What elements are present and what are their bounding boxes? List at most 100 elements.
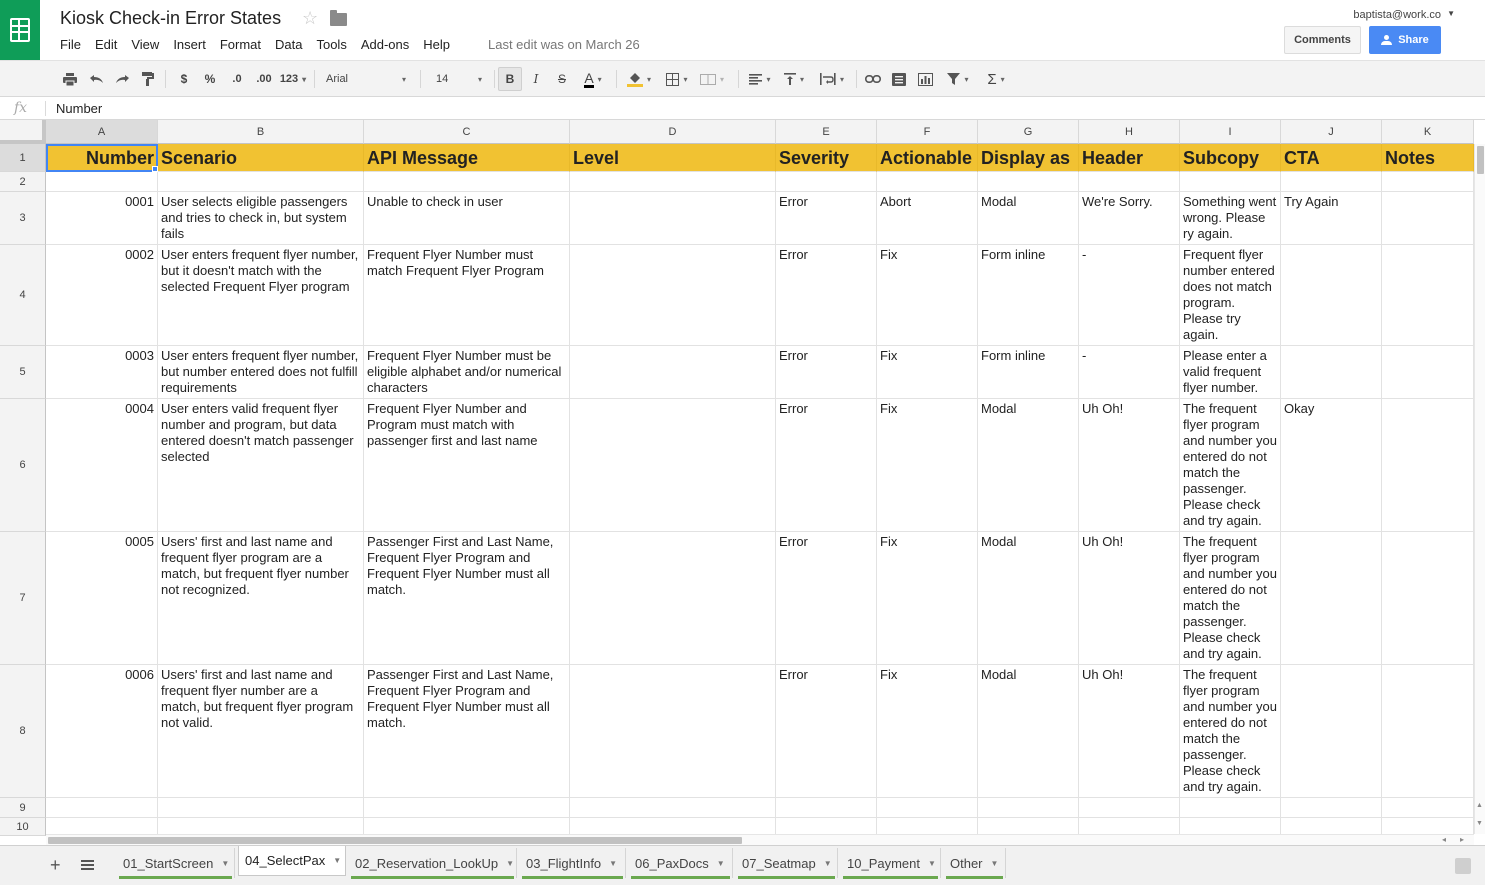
cell-number[interactable]: 0001: [46, 192, 158, 245]
cell-notes[interactable]: [1382, 532, 1474, 665]
cell-display-as[interactable]: [978, 172, 1079, 192]
cell-api-message[interactable]: Passenger First and Last Name, Frequent …: [364, 665, 570, 798]
cell-actionable[interactable]: Fix: [877, 245, 978, 346]
menu-insert[interactable]: Insert: [173, 37, 206, 52]
column-header-b[interactable]: B: [158, 120, 364, 144]
row-header-1[interactable]: 1: [0, 144, 46, 172]
chevron-down-icon[interactable]: ▼: [991, 859, 999, 868]
cell-number[interactable]: 0006: [46, 665, 158, 798]
sheet-tab[interactable]: 06_PaxDocs ▼: [629, 848, 733, 879]
cell-display-as[interactable]: Modal: [978, 665, 1079, 798]
account-dropdown-icon[interactable]: ▼: [1447, 9, 1455, 18]
cell-number[interactable]: 0005: [46, 532, 158, 665]
scroll-right-icon[interactable]: ▸: [1460, 835, 1464, 844]
cell-scenario[interactable]: User enters frequent flyer number, but n…: [158, 346, 364, 399]
row-header-8[interactable]: 8: [0, 665, 46, 798]
cell-header[interactable]: Header: [1079, 144, 1180, 172]
star-icon[interactable]: ☆: [302, 8, 318, 29]
scroll-up-icon[interactable]: ▲: [1476, 802, 1483, 809]
vertical-align-button[interactable]: [776, 67, 812, 91]
fill-handle[interactable]: [152, 166, 158, 172]
row-header-10[interactable]: 10: [0, 818, 46, 836]
undo-icon[interactable]: [86, 67, 106, 91]
sheet-tab[interactable]: Other ▼: [944, 848, 1006, 879]
row-header-4[interactable]: 4: [0, 245, 46, 346]
cell-display-as[interactable]: Modal: [978, 532, 1079, 665]
filter-button[interactable]: [940, 67, 976, 91]
chevron-down-icon[interactable]: ▼: [333, 856, 341, 865]
percent-format-button[interactable]: %: [200, 67, 220, 91]
insert-chart-icon[interactable]: [914, 67, 936, 91]
cell-cta[interactable]: Okay: [1281, 399, 1382, 532]
menu-file[interactable]: File: [60, 37, 81, 52]
cell-scenario[interactable]: Scenario: [158, 144, 364, 172]
merge-cells-button[interactable]: [694, 67, 730, 91]
row-header-5[interactable]: 5: [0, 346, 46, 399]
cell-api-message[interactable]: [364, 798, 570, 818]
cell-header[interactable]: Uh Oh!: [1079, 399, 1180, 532]
column-header-j[interactable]: J: [1281, 120, 1382, 144]
cell-actionable[interactable]: Fix: [877, 532, 978, 665]
cell-notes[interactable]: [1382, 665, 1474, 798]
cell-actionable[interactable]: Abort: [877, 192, 978, 245]
cell-actionable[interactable]: [877, 798, 978, 818]
cell-subcopy[interactable]: Something went wrong. Please ry again.: [1180, 192, 1281, 245]
cell-header[interactable]: Uh Oh!: [1079, 665, 1180, 798]
cell-display-as[interactable]: [978, 798, 1079, 818]
cell-header[interactable]: -: [1079, 245, 1180, 346]
cell-display-as[interactable]: Modal: [978, 192, 1079, 245]
cell-header[interactable]: [1079, 172, 1180, 192]
decrease-decimal-button[interactable]: .0: [226, 67, 248, 91]
cell-scenario[interactable]: Users' first and last name and frequent …: [158, 665, 364, 798]
cell-display-as[interactable]: Form inline: [978, 245, 1079, 346]
cell-scenario[interactable]: User selects eligible passengers and tri…: [158, 192, 364, 245]
bold-button[interactable]: B: [498, 67, 522, 91]
chevron-down-icon[interactable]: ▼: [221, 859, 229, 868]
column-header-f[interactable]: F: [877, 120, 978, 144]
cell-api-message[interactable]: Unable to check in user: [364, 192, 570, 245]
chevron-down-icon[interactable]: ▼: [824, 859, 832, 868]
share-button[interactable]: Share: [1369, 26, 1441, 54]
menu-view[interactable]: View: [131, 37, 159, 52]
text-color-button[interactable]: A: [576, 67, 610, 91]
italic-button[interactable]: I: [526, 67, 546, 91]
insert-comment-icon[interactable]: [888, 67, 910, 91]
sheet-tab[interactable]: 10_Payment ▼: [841, 848, 941, 879]
cell-actionable[interactable]: Actionable: [877, 144, 978, 172]
chevron-down-icon[interactable]: ▼: [928, 859, 936, 868]
menu-data[interactable]: Data: [275, 37, 302, 52]
row-header-3[interactable]: 3: [0, 192, 46, 245]
cell-cta[interactable]: CTA: [1281, 144, 1382, 172]
explore-icon[interactable]: [1455, 858, 1471, 874]
cell-cta[interactable]: [1281, 172, 1382, 192]
cell-notes[interactable]: [1382, 798, 1474, 818]
print-icon[interactable]: [60, 67, 80, 91]
horizontal-align-button[interactable]: [742, 67, 778, 91]
insert-link-icon[interactable]: [862, 67, 884, 91]
sheet-tab[interactable]: 04_SelectPax ▼: [238, 846, 346, 876]
cell-number[interactable]: 0004: [46, 399, 158, 532]
cell-level[interactable]: [570, 532, 776, 665]
horizontal-scroll-thumb[interactable]: [48, 837, 742, 844]
menu-help[interactable]: Help: [423, 37, 450, 52]
cell-header[interactable]: Uh Oh!: [1079, 532, 1180, 665]
cell-subcopy[interactable]: Frequent flyer number entered does not m…: [1180, 245, 1281, 346]
cell-level[interactable]: [570, 172, 776, 192]
select-all-corner[interactable]: [0, 120, 46, 144]
chevron-down-icon[interactable]: ▼: [717, 859, 725, 868]
cell-level[interactable]: [570, 665, 776, 798]
cell-number[interactable]: Number: [46, 144, 158, 172]
comments-button[interactable]: Comments: [1284, 26, 1361, 54]
menu-tools[interactable]: Tools: [316, 37, 346, 52]
row-header-6[interactable]: 6: [0, 399, 46, 532]
cell-subcopy[interactable]: The frequent flyer program and number yo…: [1180, 399, 1281, 532]
cell-number[interactable]: 0002: [46, 245, 158, 346]
sheets-logo-icon[interactable]: [0, 0, 40, 60]
cell-actionable[interactable]: Fix: [877, 346, 978, 399]
cell-subcopy[interactable]: Subcopy: [1180, 144, 1281, 172]
cell-api-message[interactable]: Frequent Flyer Number must match Frequen…: [364, 245, 570, 346]
column-header-i[interactable]: I: [1180, 120, 1281, 144]
cell-api-message[interactable]: [364, 172, 570, 192]
row-header-7[interactable]: 7: [0, 532, 46, 665]
column-header-g[interactable]: G: [978, 120, 1079, 144]
